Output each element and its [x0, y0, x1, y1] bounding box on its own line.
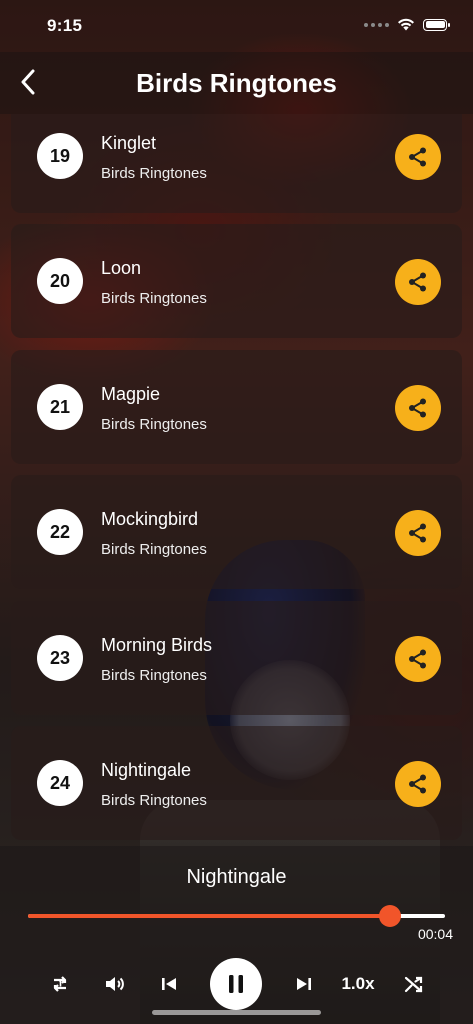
share-icon [409, 649, 426, 669]
ringtone-category: Birds Ringtones [101, 541, 207, 558]
ringtone-name: Mockingbird [101, 509, 199, 529]
status-time: 9:15 [47, 16, 83, 35]
status-icons [364, 18, 450, 31]
ringtone-number: 22 [37, 509, 83, 555]
ringtone-name: Morning Birds [101, 635, 213, 655]
pause-button[interactable] [210, 958, 262, 1010]
ringtone-number: 20 [37, 258, 83, 304]
pause-icon [229, 975, 243, 993]
share-button[interactable] [395, 510, 441, 556]
navigation-bar: Birds Ringtones [0, 52, 473, 114]
wifi-icon [398, 18, 414, 31]
track-duration: 00:04 [417, 926, 453, 942]
signal-dots-icon [364, 22, 389, 27]
audio-player: Nightingale 00:04 1.0x [0, 846, 473, 1024]
ringtone-category: Birds Ringtones [101, 290, 207, 307]
status-bar: 9:15 [0, 0, 473, 52]
now-playing-title: Nightingale [186, 866, 287, 888]
ringtone-category: Birds Ringtones [101, 165, 207, 182]
share-icon [409, 523, 426, 543]
ringtone-number: 21 [37, 384, 83, 430]
player-controls: 1.0x [0, 958, 473, 1010]
share-icon [409, 272, 426, 292]
volume-icon [106, 977, 124, 991]
shuffle-button[interactable] [398, 958, 430, 1010]
share-button[interactable] [395, 385, 441, 431]
progress-fill [28, 914, 391, 918]
speed-button[interactable]: 1.0x [338, 958, 378, 1010]
ringtone-category: Birds Ringtones [101, 792, 207, 809]
ringtone-item[interactable]: 21 Magpie Birds Ringtones [11, 350, 462, 464]
ringtone-name: Kinglet [101, 133, 157, 153]
ringtone-item[interactable]: 20 Loon Birds Ringtones [11, 224, 462, 338]
ringtone-number: 19 [37, 133, 83, 179]
progress-slider[interactable] [28, 905, 445, 927]
repeat-one-icon [53, 976, 67, 992]
ringtone-item[interactable]: 22 Mockingbird Birds Ringtones [11, 475, 462, 589]
share-button[interactable] [395, 636, 441, 682]
home-indicator [152, 1010, 321, 1015]
volume-button[interactable] [99, 958, 131, 1010]
ringtone-number: 23 [37, 635, 83, 681]
ringtone-item[interactable]: 24 Nightingale Birds Ringtones [11, 726, 462, 840]
previous-button[interactable] [155, 958, 183, 1010]
share-button[interactable] [395, 259, 441, 305]
share-icon [409, 774, 426, 794]
battery-icon [423, 18, 450, 31]
share-icon [409, 147, 426, 167]
progress-thumb[interactable] [379, 905, 402, 927]
repeat-button[interactable] [44, 958, 76, 1010]
ringtone-item[interactable]: 19 Kinglet Birds Ringtones [11, 114, 462, 213]
ringtone-category: Birds Ringtones [101, 416, 207, 433]
ringtone-list[interactable]: 19 Kinglet Birds Ringtones 20 Loon Birds… [0, 114, 473, 846]
skip-next-icon [297, 978, 311, 990]
share-icon [409, 398, 426, 418]
share-button[interactable] [395, 761, 441, 807]
ringtone-name: Nightingale [101, 760, 192, 780]
skip-previous-icon [162, 978, 176, 990]
ringtone-number: 24 [37, 760, 83, 806]
ringtone-item[interactable]: 23 Morning Birds Birds Ringtones [11, 601, 462, 715]
shuffle-icon [404, 976, 423, 993]
share-button[interactable] [395, 134, 441, 180]
ringtone-category: Birds Ringtones [101, 667, 207, 684]
ringtone-name: Loon [101, 258, 142, 278]
next-button[interactable] [290, 958, 318, 1010]
page-title: Birds Ringtones [136, 68, 337, 98]
ringtone-name: Magpie [101, 384, 161, 404]
